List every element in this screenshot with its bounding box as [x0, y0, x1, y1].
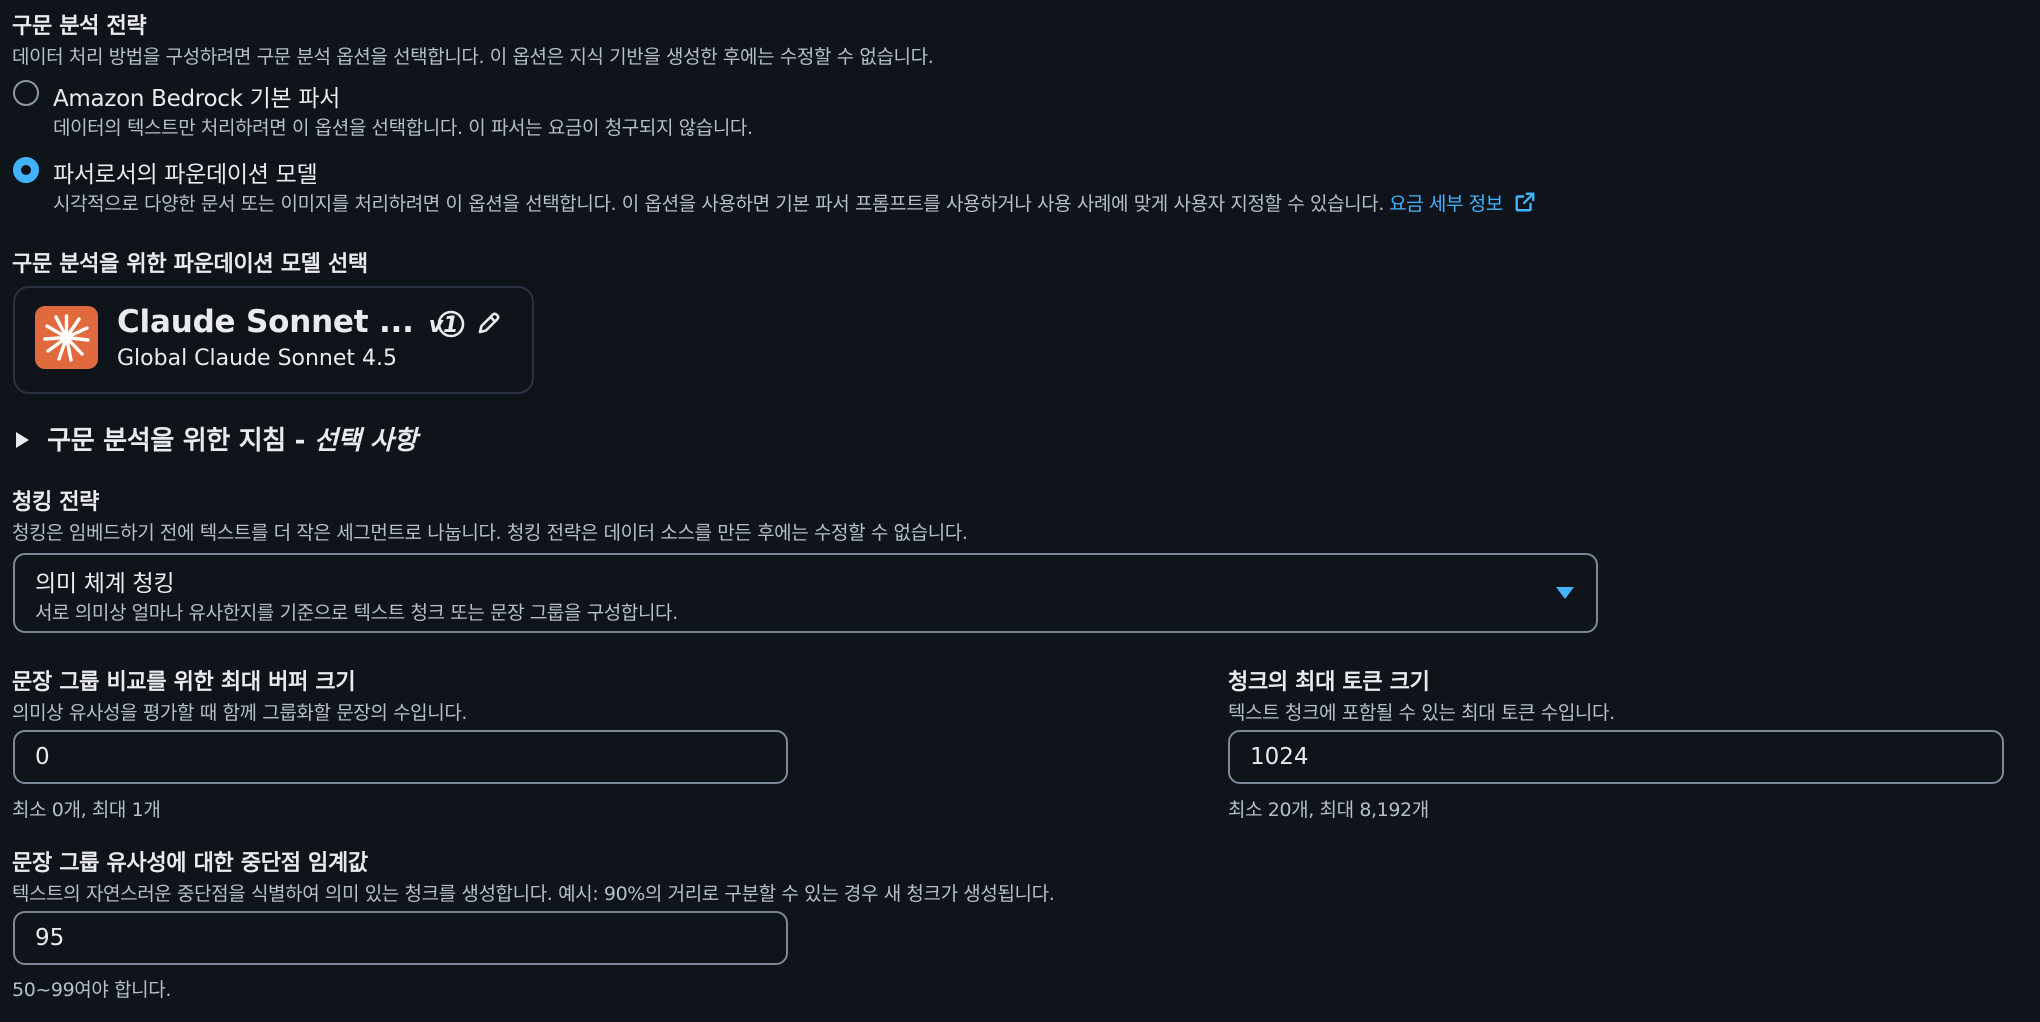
caret-right-icon [16, 432, 29, 448]
breakpoint-threshold-input[interactable] [13, 911, 788, 965]
max-token-size-title: 청크의 최대 토큰 크기 [1228, 670, 1430, 695]
buffer-size-hint: 최소 0개, 최대 1개 [12, 799, 161, 821]
pricing-details-link[interactable]: 요금 세부 정보 [1389, 192, 1536, 215]
parsing-instructions-expander[interactable]: 구문 분석을 위한 지침 - 선택 사항 [14, 420, 417, 457]
caret-down-icon [1556, 587, 1574, 599]
claude-logo-icon [35, 306, 98, 369]
foundation-model-parser-description-row: 시각적으로 다양한 문서 또는 이미지를 처리하려면 이 옵션을 선택합니다. … [53, 189, 1536, 216]
parsing-instructions-text: 구문 분석을 위한 지침 - [47, 426, 314, 456]
max-token-size-hint: 최소 20개, 최대 8,192개 [1228, 799, 1429, 821]
breakpoint-threshold-title: 문장 그룹 유사성에 대한 중단점 임계값 [12, 851, 368, 876]
chunking-strategy-title: 청킹 전략 [12, 490, 100, 515]
chunking-strategy-select[interactable]: 의미 체계 청킹 서로 의미상 얼마나 유사한지를 기준으로 텍스트 청크 또는… [13, 553, 1598, 633]
model-title-row: Claude Sonnet ... v1 [117, 304, 458, 340]
buffer-size-title: 문장 그룹 비교를 위한 최대 버퍼 크기 [12, 670, 356, 695]
parsing-strategy-description: 데이터 처리 방법을 구성하려면 구문 분석 옵션을 선택합니다. 이 옵션은 … [12, 46, 934, 68]
model-select-title: 구문 분석을 위한 파운데이션 모델 선택 [12, 252, 368, 277]
chunking-selected-title: 의미 체계 청킹 [35, 571, 175, 597]
model-subtitle: Global Claude Sonnet 4.5 [117, 346, 398, 371]
chunking-strategy-description: 청킹은 임베드하기 전에 텍스트를 더 작은 세그먼트로 나눕니다. 청킹 전략… [12, 522, 968, 544]
parsing-instructions-optional: 선택 사항 [313, 426, 418, 456]
chunking-selected-description: 서로 의미상 얼마나 유사한지를 기준으로 텍스트 청크 또는 문장 그룹을 구… [35, 602, 678, 624]
model-card[interactable]: Claude Sonnet ... v1 Global Claude Sonne… [13, 286, 534, 394]
foundation-model-parser-description: 시각적으로 다양한 문서 또는 이미지를 처리하려면 이 옵션을 선택합니다. … [53, 193, 1384, 215]
info-icon[interactable] [436, 309, 466, 339]
external-link-icon [1516, 192, 1535, 212]
radio-foundation-model-parser[interactable] [13, 157, 39, 183]
parsing-strategy-title: 구문 분석 전략 [12, 14, 147, 39]
buffer-size-description: 의미상 유사성을 평가할 때 함께 그룹화할 문장의 수입니다. [12, 702, 468, 724]
edit-pencil-icon[interactable] [475, 309, 503, 337]
max-token-size-input[interactable] [1228, 730, 2004, 784]
max-token-size-description: 텍스트 청크에 포함될 수 있는 최대 토큰 수입니다. [1228, 702, 1615, 724]
breakpoint-threshold-description: 텍스트의 자연스러운 중단점을 식별하여 의미 있는 청크를 생성합니다. 예시… [12, 883, 1055, 905]
default-parser-label[interactable]: Amazon Bedrock 기본 파서 [53, 79, 340, 113]
parsing-instructions-label: 구문 분석을 위한 지침 - 선택 사항 [47, 426, 417, 456]
default-parser-description: 데이터의 텍스트만 처리하려면 이 옵션을 선택합니다. 이 파서는 요금이 청… [53, 117, 753, 139]
foundation-model-parser-label[interactable]: 파서로서의 파운데이션 모델 [53, 155, 318, 189]
radio-default-parser[interactable] [13, 80, 39, 106]
model-name: Claude Sonnet ... [117, 304, 414, 340]
breakpoint-threshold-hint: 50~99여야 합니다. [12, 979, 171, 1001]
pricing-details-link-label[interactable]: 요금 세부 정보 [1389, 193, 1503, 215]
buffer-size-input[interactable] [13, 730, 788, 784]
